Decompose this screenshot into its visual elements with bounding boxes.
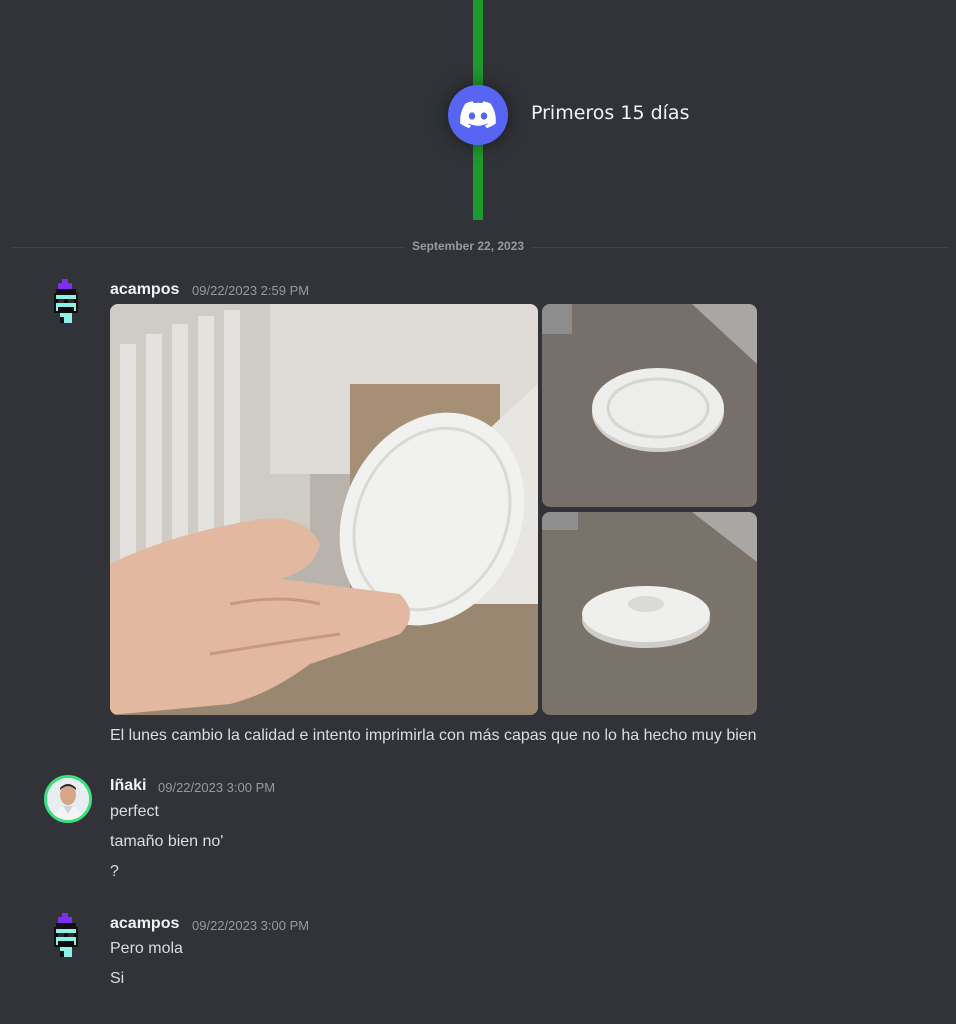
message-text: ? (110, 863, 119, 880)
message-author[interactable]: acampos (110, 281, 179, 299)
message-timestamp: 09/22/2023 3:00 PM (158, 780, 276, 795)
message-text: Si (110, 970, 125, 987)
avatar-acampos[interactable] (44, 279, 88, 323)
message-text: El lunes cambio la calidad e intento imp… (110, 727, 757, 744)
attachment-image-coin-on-counter-top[interactable] (542, 304, 757, 507)
message-text: perfect (110, 803, 159, 820)
message-timestamp: 09/22/2023 3:00 PM (192, 918, 310, 933)
discord-logo-icon (448, 85, 508, 145)
timeline-title: Primeros 15 días (531, 102, 690, 124)
date-divider-label: September 22, 2023 (404, 239, 533, 253)
message-timestamp: 09/22/2023 2:59 PM (192, 283, 310, 298)
message-author[interactable]: Iñaki (110, 777, 146, 795)
attachment-image-coin-in-hand[interactable] (110, 304, 538, 715)
message-author[interactable]: acampos (110, 915, 179, 933)
avatar-acampos[interactable] (44, 913, 88, 957)
attachment-image-coin-on-counter-side[interactable] (542, 512, 757, 715)
avatar-inaki[interactable] (44, 775, 92, 823)
message-text: tamaño bien no' (110, 833, 224, 850)
message-text: Pero mola (110, 940, 183, 957)
